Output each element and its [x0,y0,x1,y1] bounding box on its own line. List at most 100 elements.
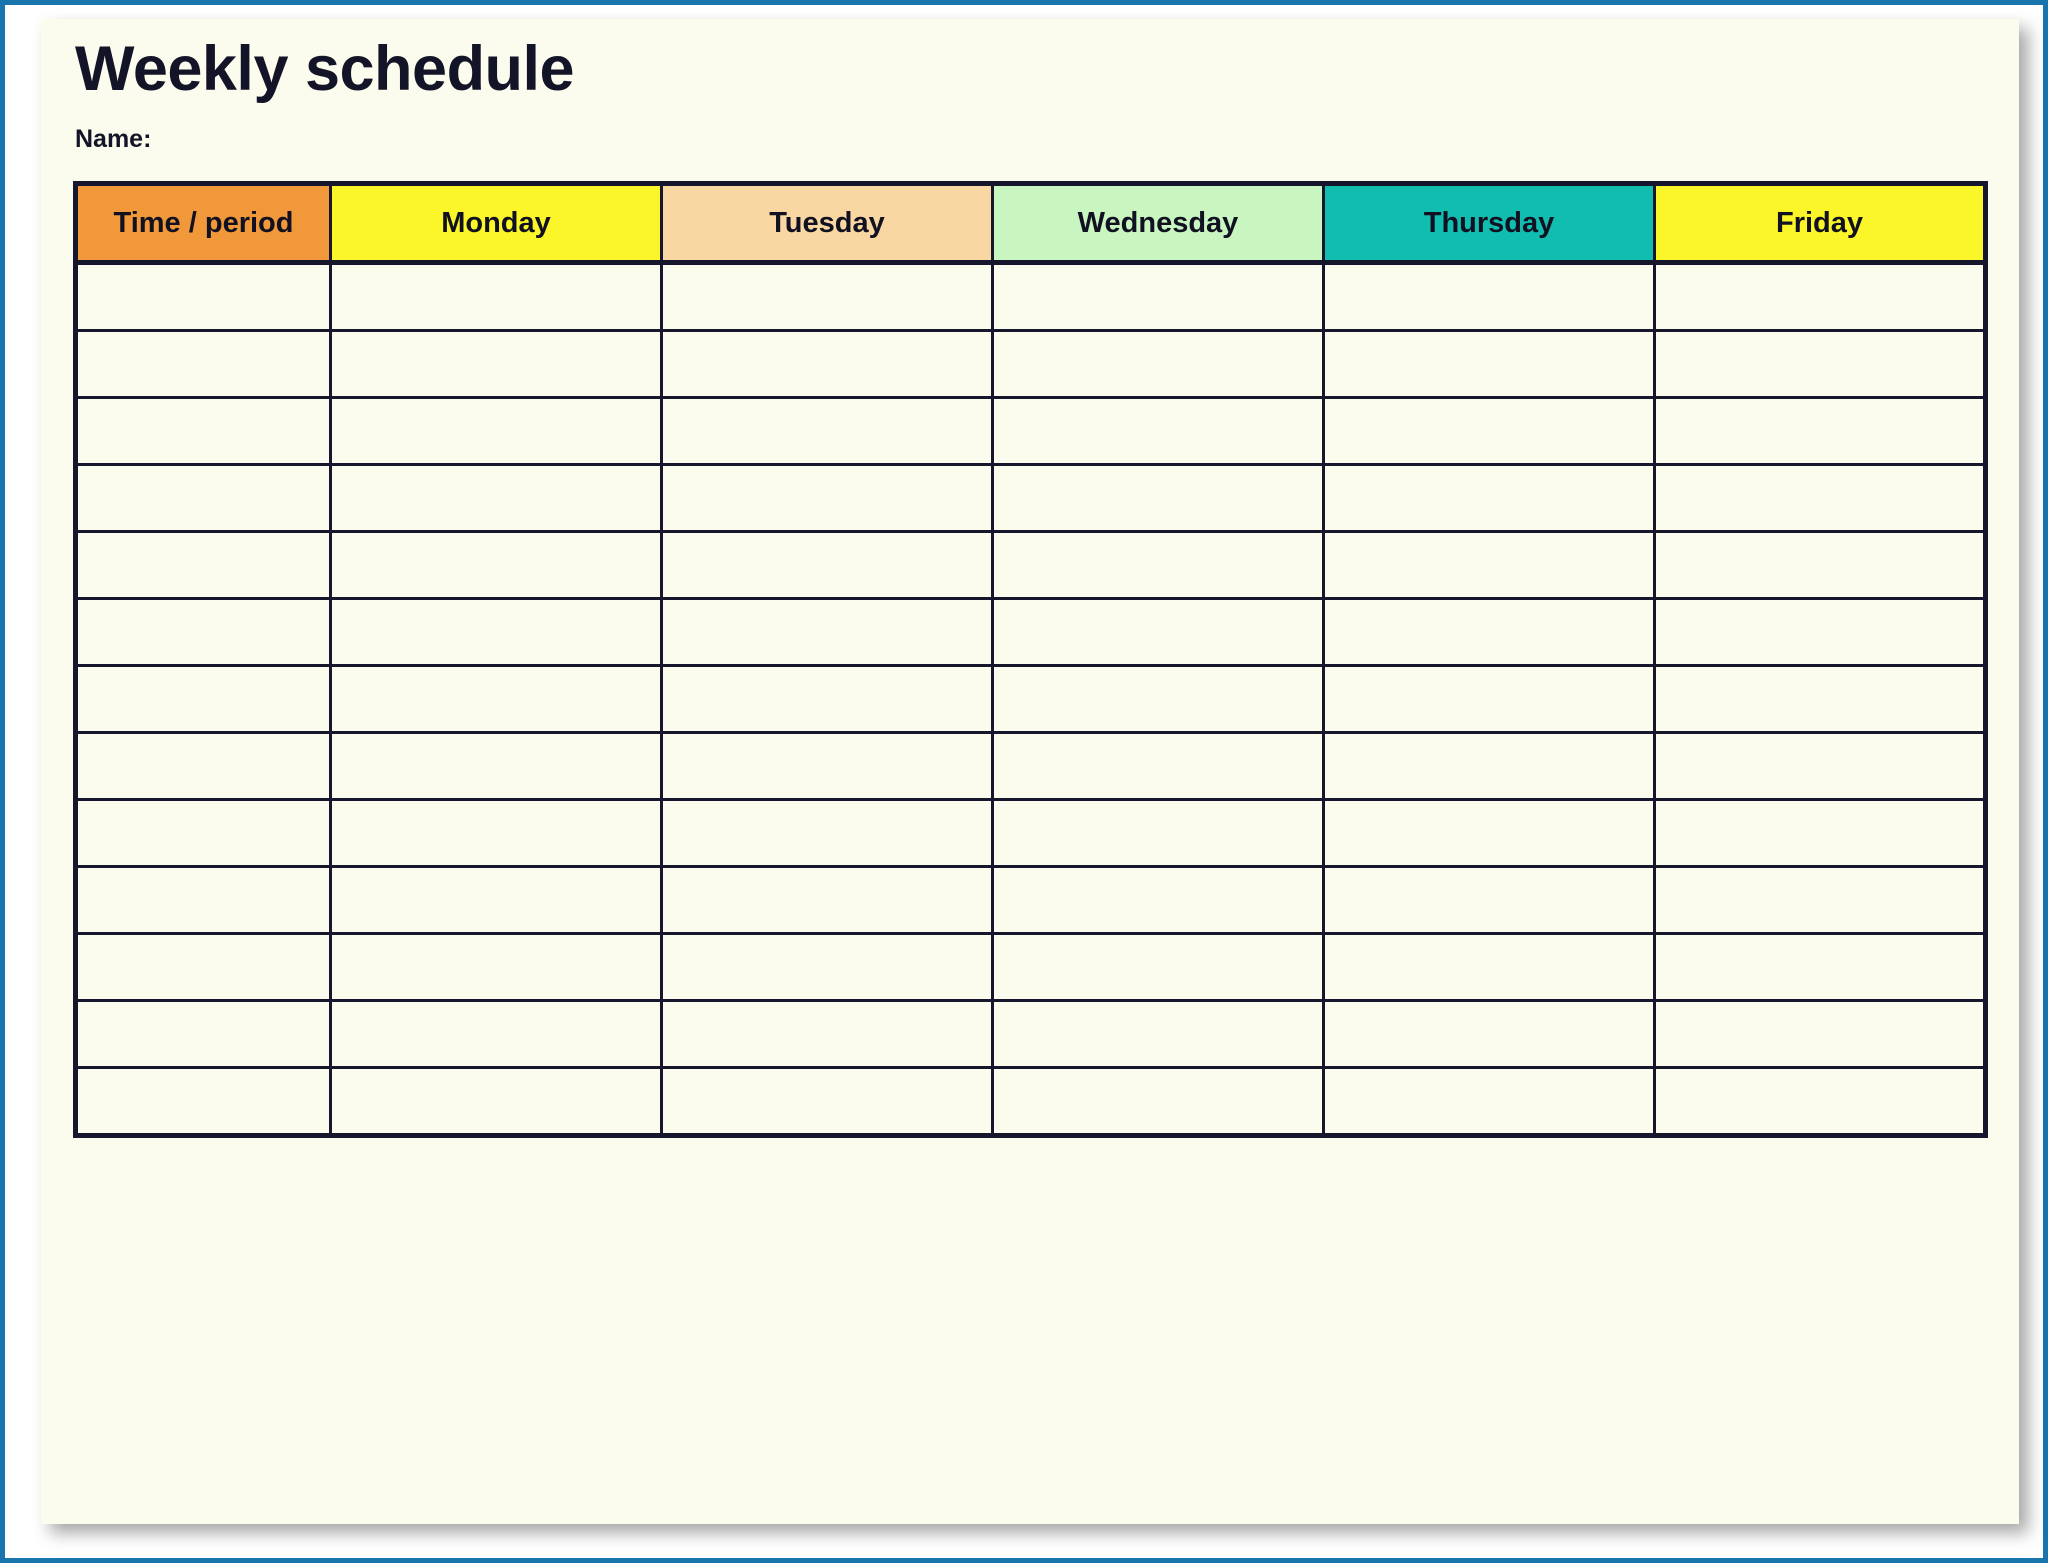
outer-blue-frame: Weekly schedule Name: Time / period Monda… [0,0,2048,1563]
cell-wednesday-row3[interactable] [991,396,1325,466]
cell-time-period-row4[interactable] [74,463,332,533]
cell-tuesday-row2[interactable] [660,329,994,399]
cell-tuesday-row6[interactable] [660,597,994,667]
cell-monday-row4[interactable] [329,463,663,533]
cell-tuesday-row5[interactable] [660,530,994,600]
cell-thursday-row10[interactable] [1322,865,1656,935]
cell-tuesday-row7[interactable] [660,664,994,734]
cell-friday-row8[interactable] [1653,731,1987,801]
cell-thursday-row7[interactable] [1322,664,1656,734]
cell-friday-row11[interactable] [1653,932,1987,1002]
cell-wednesday-row13[interactable] [991,1066,1325,1137]
cell-thursday-row12[interactable] [1322,999,1656,1069]
cell-friday-row4[interactable] [1653,463,1987,533]
cell-thursday-row8[interactable] [1322,731,1656,801]
cell-wednesday-row4[interactable] [991,463,1325,533]
table-row [74,463,1987,533]
cell-thursday-row2[interactable] [1322,329,1656,399]
cell-tuesday-row11[interactable] [660,932,994,1002]
cell-time-period-row2[interactable] [74,329,332,399]
cell-tuesday-row12[interactable] [660,999,994,1069]
table-row [74,597,1987,667]
cell-tuesday-row9[interactable] [660,798,994,868]
cell-friday-row3[interactable] [1653,396,1987,466]
page-title: Weekly schedule [75,34,575,104]
cell-time-period-row10[interactable] [74,865,332,935]
cell-wednesday-row7[interactable] [991,664,1325,734]
table-row [74,396,1987,466]
cell-monday-row8[interactable] [329,731,663,801]
table-row [74,798,1987,868]
cell-time-period-row8[interactable] [74,731,332,801]
cell-wednesday-row8[interactable] [991,731,1325,801]
cell-tuesday-row13[interactable] [660,1066,994,1137]
cell-time-period-row6[interactable] [74,597,332,667]
table-row [74,664,1987,734]
cell-friday-row12[interactable] [1653,999,1987,1069]
cell-monday-row3[interactable] [329,396,663,466]
column-header-friday: Friday [1653,182,1987,265]
cell-tuesday-row1[interactable] [660,261,994,332]
cell-friday-row2[interactable] [1653,329,1987,399]
cell-thursday-row5[interactable] [1322,530,1656,600]
cell-friday-row7[interactable] [1653,664,1987,734]
cell-time-period-row12[interactable] [74,999,332,1069]
cell-thursday-row9[interactable] [1322,798,1656,868]
cell-wednesday-row2[interactable] [991,329,1325,399]
column-header-monday: Monday [329,182,663,265]
cell-thursday-row11[interactable] [1322,932,1656,1002]
cell-monday-row12[interactable] [329,999,663,1069]
cell-monday-row10[interactable] [329,865,663,935]
cell-monday-row2[interactable] [329,329,663,399]
column-header-time-period: Time / period [74,182,332,265]
table-row [74,932,1987,1002]
cell-thursday-row3[interactable] [1322,396,1656,466]
name-field-row: Name: [75,125,2019,154]
cell-time-period-row13[interactable] [74,1066,332,1137]
schedule-document-page: Weekly schedule Name: Time / period Monda… [41,19,2019,1524]
document-header: Weekly schedule Name: [41,19,2019,154]
column-header-tuesday: Tuesday [660,182,994,265]
cell-wednesday-row12[interactable] [991,999,1325,1069]
cell-wednesday-row11[interactable] [991,932,1325,1002]
cell-tuesday-row10[interactable] [660,865,994,935]
cell-friday-row1[interactable] [1653,261,1987,332]
cell-friday-row9[interactable] [1653,798,1987,868]
table-row [74,530,1987,600]
cell-time-period-row5[interactable] [74,530,332,600]
cell-monday-row11[interactable] [329,932,663,1002]
cell-wednesday-row9[interactable] [991,798,1325,868]
cell-friday-row10[interactable] [1653,865,1987,935]
cell-time-period-row9[interactable] [74,798,332,868]
cell-monday-row7[interactable] [329,664,663,734]
table-row [74,261,1987,332]
cell-monday-row9[interactable] [329,798,663,868]
cell-tuesday-row3[interactable] [660,396,994,466]
cell-friday-row5[interactable] [1653,530,1987,600]
cell-thursday-row6[interactable] [1322,597,1656,667]
cell-time-period-row1[interactable] [74,261,332,332]
cell-wednesday-row1[interactable] [991,261,1325,332]
cell-time-period-row7[interactable] [74,664,332,734]
weekly-schedule-table: Time / period Monday Tuesday Wednesday Thurs… [73,181,1988,1138]
table-row [74,1066,1987,1137]
cell-monday-row6[interactable] [329,597,663,667]
cell-tuesday-row4[interactable] [660,463,994,533]
cell-thursday-row4[interactable] [1322,463,1656,533]
cell-time-period-row11[interactable] [74,932,332,1002]
name-label: Name: [75,125,152,154]
cell-friday-row6[interactable] [1653,597,1987,667]
cell-wednesday-row6[interactable] [991,597,1325,667]
column-header-wednesday: Wednesday [991,182,1325,265]
cell-friday-row13[interactable] [1653,1066,1987,1137]
cell-monday-row13[interactable] [329,1066,663,1137]
cell-time-period-row3[interactable] [74,396,332,466]
cell-wednesday-row10[interactable] [991,865,1325,935]
cell-thursday-row1[interactable] [1322,261,1656,332]
table-header: Time / period Monday Tuesday Wednesday Thurs… [74,182,1987,265]
cell-thursday-row13[interactable] [1322,1066,1656,1137]
cell-monday-row5[interactable] [329,530,663,600]
cell-tuesday-row8[interactable] [660,731,994,801]
cell-monday-row1[interactable] [329,261,663,332]
cell-wednesday-row5[interactable] [991,530,1325,600]
